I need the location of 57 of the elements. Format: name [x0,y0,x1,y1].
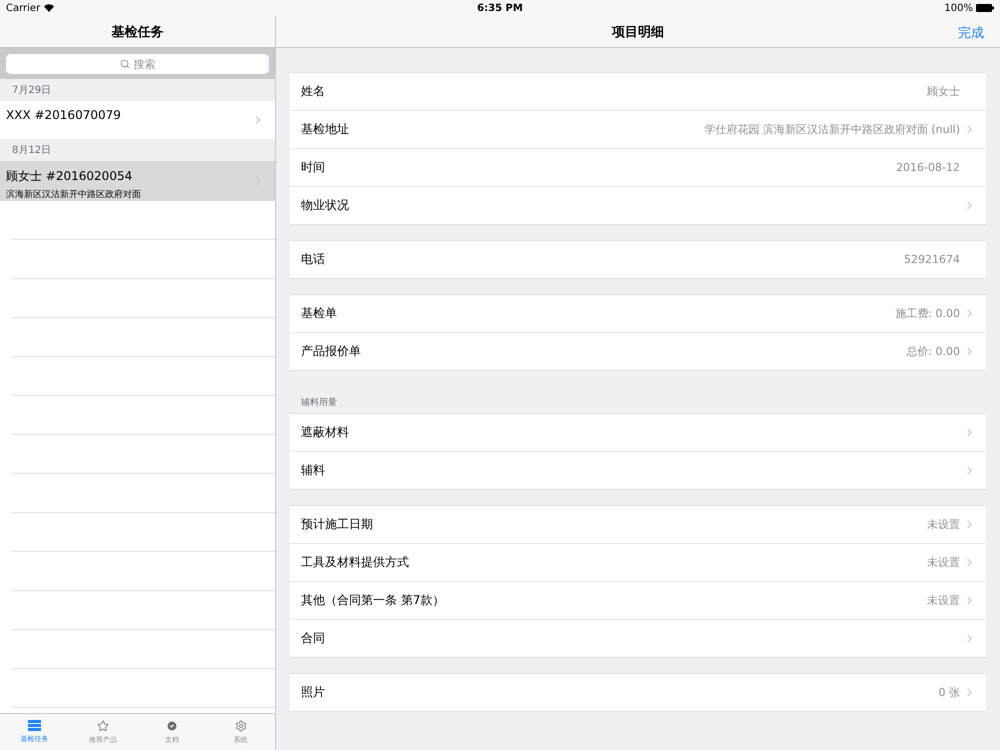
detail-row[interactable]: 工具及材料提供方式 未设置 [290,544,986,582]
row-value: 52921674 [903,253,960,266]
master-title: 基检任务 [112,24,164,40]
detail-row[interactable]: 合同 [290,620,986,657]
section-header: 8月12日 [0,139,275,161]
row-value: 学仕府花园 滨海新区汉沽新开中路区政府对面 (null) [703,122,960,137]
detail-row[interactable]: 其他（合同第一条 第7款） 未设置 [290,582,986,620]
row-label: 照片 [301,684,325,701]
task-title: XXX #2016070079 [6,108,122,122]
row-value: 2016-08-12 [895,161,960,174]
detail-row[interactable]: 预计施工日期 未设置 [290,506,986,544]
row-label: 电话 [301,251,325,268]
group-header: 辅料用量 [300,396,338,410]
row-label: 产品报价单 [301,343,361,360]
row-value: 总价: 0.00 [905,344,960,359]
section-header: 7月29日 [0,79,275,101]
detail-row[interactable]: 时间 2016-08-12 [290,149,986,187]
task-row[interactable]: 顾女士 #2016020054 滨海新区汉沽新开中路区政府对面 [0,161,275,201]
row-value: 顾女士 [926,84,960,99]
row-label: 合同 [301,630,325,647]
check-circle-icon [166,720,178,732]
row-label: 物业状况 [301,197,349,214]
detail-row[interactable]: 辅料 [290,452,986,489]
search-icon [120,59,130,69]
row-label: 时间 [301,159,325,176]
row-label: 其他（合同第一条 第7款） [301,592,444,609]
row-value: 未设置 [926,517,960,532]
detail-row[interactable]: 电话 52921674 [290,241,986,278]
detail-row[interactable]: 产品报价单 总价: 0.00 [290,333,986,370]
row-value: 施工费: 0.00 [894,306,960,321]
battery-icon [976,4,994,12]
carrier-label: Carrier [6,2,40,14]
status-time: 6:35 PM [477,2,523,14]
wifi-icon [44,4,54,12]
battery-percent: 100% [944,2,973,14]
detail-row[interactable]: 基检单 施工费: 0.00 [290,295,986,333]
detail-row[interactable]: 物业状况 [290,187,986,224]
row-label: 基检单 [301,305,337,322]
settings-icon [234,720,247,732]
row-label: 辅料 [301,462,325,479]
star-icon [97,720,110,732]
row-label: 遮蔽材料 [301,424,349,441]
task-title: 顾女士 #2016020054 [6,168,134,185]
row-label: 预计施工日期 [301,516,373,533]
row-label: 基检地址 [301,121,349,138]
row-value: 未设置 [926,593,960,608]
detail-row[interactable]: 照片 0 张 [290,674,986,711]
detail-row[interactable]: 遮蔽材料 [290,414,986,452]
list-icon [28,720,41,731]
row-label: 姓名 [301,83,325,100]
row-value: 未设置 [926,555,960,570]
detail-title: 项目明细 [612,24,664,40]
detail-row[interactable]: 基检地址 学仕府花园 滨海新区汉沽新开中路区政府对面 (null) [290,111,986,149]
detail-row[interactable]: 姓名 顾女士 [290,73,986,111]
task-address: 滨海新区汉沽新开中路区政府对面 [6,188,142,201]
row-value: 0 张 [938,685,960,700]
row-label: 工具及材料提供方式 [301,554,409,571]
